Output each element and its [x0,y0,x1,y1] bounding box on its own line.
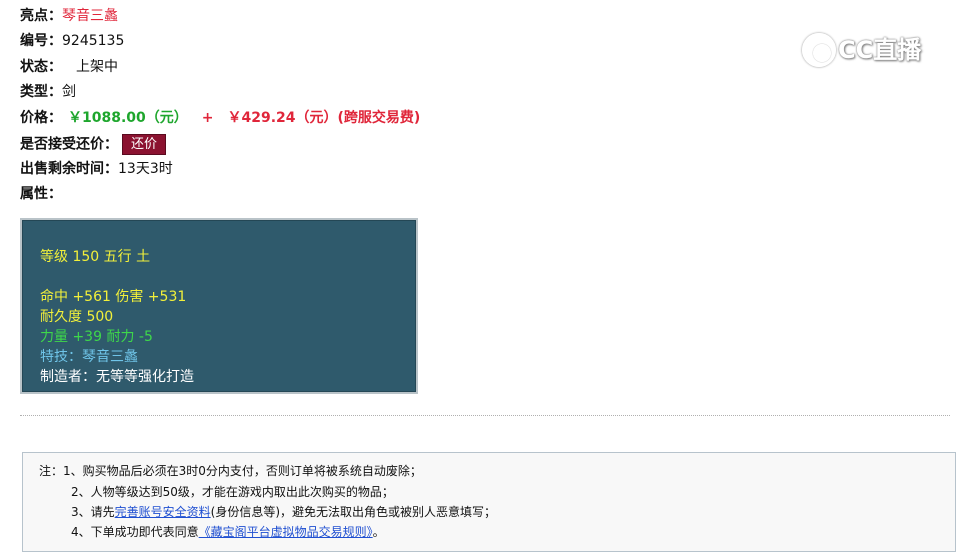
attr-strength-stamina: 力量 +39 耐力 -5 [40,329,153,345]
price-label: 价格： [20,110,62,126]
remaining-time-row: 出售剩余时间：13天3时 [20,159,173,179]
cc-live-watermark: CC直播 [802,30,932,70]
status-label: 状态： [20,59,62,75]
highlight-row: 亮点：琴音三蠡 [20,6,118,26]
security-info-link[interactable]: 完善账号安全资料 [115,505,211,519]
watermark-text: CC直播 [838,36,922,64]
cc-logo-icon [802,33,836,67]
highlight-value: 琴音三蠡 [62,8,118,24]
notes-line-3: 3、请先完善账号安全资料(身份信息等)，避免无法取出角色或被别人恶意填写； [71,503,496,521]
status-row: 状态： 上架中 [20,57,118,77]
number-value: 9245135 [62,33,125,49]
attr-level-element: 等级 150 五行 土 [40,249,151,265]
number-label: 编号： [20,33,62,49]
attr-hit-damage: 命中 +561 伤害 +531 [40,289,187,305]
remaining-time-value: 13天3时 [118,161,173,177]
notes-panel: 注：1、购买物品后必须在3时0分内支付，否则订单将被系统自动废除； 2、人物等级… [22,452,956,552]
notes-line-4: 4、下单成功即代表同意《藏宝阁平台虚拟物品交易规则》。 [71,523,385,541]
attributes-label: 属性： [20,186,62,202]
notes-line-1: 注：1、购买物品后必须在3时0分内支付，否则订单将被系统自动废除； [39,462,422,480]
notes-line-2: 2、人物等级达到50级，才能在游戏内取出此次购买的物品； [71,483,394,501]
counter-offer-row: 是否接受还价： 还价 [20,134,167,155]
notes-text-4-post: 。 [372,525,385,539]
type-row: 类型：剑 [20,82,76,102]
notes-text-2: 2、人物等级达到50级，才能在游戏内取出此次购买的物品； [71,485,394,499]
notes-text-1: 1、购买物品后必须在3时0分内支付，否则订单将被系统自动废除； [63,464,422,478]
attributes-row: 属性： [20,184,62,204]
attr-durability: 耐久度 500 [40,309,114,325]
cross-server-fee: ￥429.24（元）(跨服交易费) [227,110,421,126]
counter-offer-button[interactable]: 还价 [122,134,167,155]
notes-text-3-post: (身份信息等)，避免无法取出角色或被别人恶意填写； [210,505,497,519]
counter-offer-label: 是否接受还价： [20,136,118,153]
notes-text-3-pre: 3、请先 [71,505,115,519]
status-value: 上架中 [76,59,118,75]
notes-text-4-pre: 4、下单成功即代表同意 [71,525,199,539]
remaining-time-label: 出售剩余时间： [20,161,118,177]
price-amount: ￥1088.00（元） [68,110,188,126]
type-label: 类型： [20,84,62,100]
price-row: 价格： ￥1088.00（元） + ￥429.24（元）(跨服交易费) [20,108,420,128]
trading-rules-link[interactable]: 《藏宝阁平台虚拟物品交易规则》 [199,525,373,539]
number-row: 编号：9245135 [20,31,124,51]
notes-prefix: 注： [39,464,64,478]
attr-skill: 特技：琴音三蠡 [40,349,138,365]
type-value: 剑 [62,84,76,100]
attr-maker: 制造者：无等等强化打造 [40,369,194,385]
highlight-label: 亮点： [20,8,62,24]
section-divider [20,415,950,416]
attributes-panel: 等级 150 五行 土 命中 +561 伤害 +531 耐久度 500 力量 +… [20,218,418,394]
price-plus: + [201,110,214,126]
